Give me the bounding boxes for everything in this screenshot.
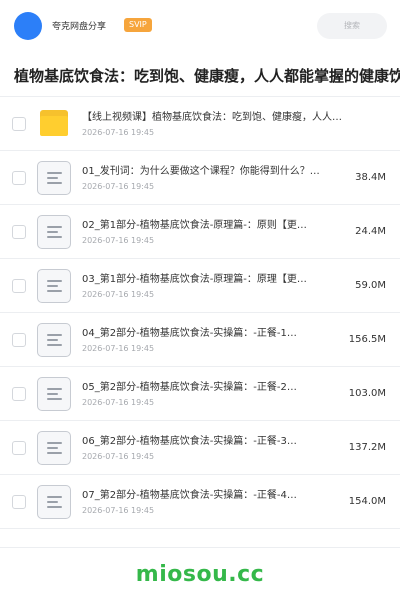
file-name[interactable]: 01_发刊词：为什么要做这个课程？你能得到什么？【… [82, 162, 328, 177]
file-row[interactable]: 01_发刊词：为什么要做这个课程？你能得到什么？【… 2026-07-16 19… [0, 151, 400, 205]
document-icon [37, 215, 71, 249]
search-input[interactable]: 搜索 [317, 13, 387, 39]
file-name[interactable]: 02_第1部分-植物基底饮食法-原理篇-：原则【更… [82, 216, 328, 231]
file-row[interactable]: 07_第2部分-植物基底饮食法-实操篇：-正餐-4… 2026-07-16 19… [0, 475, 400, 529]
document-icon [37, 323, 71, 357]
header-bar: 夸克网盘分享 SVIP 搜索 [0, 0, 400, 52]
row-checkbox[interactable] [12, 387, 26, 401]
document-icon [37, 269, 71, 303]
row-checkbox[interactable] [12, 441, 26, 455]
file-name[interactable]: 05_第2部分-植物基底饮食法-实操篇：-正餐-2… [82, 378, 328, 393]
row-checkbox[interactable] [12, 225, 26, 239]
svip-badge: SVIP [124, 18, 152, 32]
file-date: 2026-07-16 19:45 [82, 236, 155, 245]
file-row[interactable]: 03_第1部分-植物基底饮食法-原理篇-：原理【更… 2026-07-16 19… [0, 259, 400, 313]
document-icon [37, 431, 71, 465]
row-checkbox[interactable] [12, 171, 26, 185]
file-size: 103.0M [348, 388, 386, 399]
file-date: 2026-07-16 19:45 [82, 398, 155, 407]
file-date: 2026-07-16 19:45 [82, 290, 155, 299]
row-checkbox[interactable] [12, 333, 26, 347]
file-name[interactable]: 03_第1部分-植物基底饮食法-原理篇-：原理【更… [82, 270, 328, 285]
file-size: 59.0M [355, 280, 386, 291]
avatar[interactable] [14, 12, 42, 40]
file-list: 【线上视频课】植物基底饮食法：吃到饱、健康瘦，人人… 2026-07-16 19… [0, 96, 400, 529]
file-name[interactable]: 04_第2部分-植物基底饮食法-实操篇：-正餐-1… [82, 324, 328, 339]
row-checkbox[interactable] [12, 117, 26, 131]
file-date: 2026-07-16 19:45 [82, 128, 155, 137]
page-title: 植物基底饮食法：吃到饱、健康瘦，人人都能掌握的健康饮 [14, 67, 400, 85]
footer-divider [0, 547, 400, 548]
file-row[interactable]: 06_第2部分-植物基底饮食法-实操篇：-正餐-3… 2026-07-16 19… [0, 421, 400, 475]
document-icon [37, 161, 71, 195]
file-date: 2026-07-16 19:45 [82, 506, 155, 515]
row-checkbox[interactable] [12, 279, 26, 293]
share-name: 夸克网盘分享 [52, 22, 107, 32]
file-row[interactable]: 04_第2部分-植物基底饮食法-实操篇：-正餐-1… 2026-07-16 19… [0, 313, 400, 367]
file-date: 2026-07-16 19:45 [82, 452, 155, 461]
file-size: 154.0M [348, 496, 386, 507]
file-row-folder[interactable]: 【线上视频课】植物基底饮食法：吃到饱、健康瘦，人人… 2026-07-16 19… [0, 97, 400, 151]
file-date: 2026-07-16 19:45 [82, 344, 155, 353]
file-size: 137.2M [348, 442, 386, 453]
file-size: 38.4M [355, 172, 386, 183]
watermark-text: miosou.cc [135, 562, 265, 587]
file-name[interactable]: 【线上视频课】植物基底饮食法：吃到饱、健康瘦，人人… [82, 108, 352, 123]
document-icon [37, 377, 71, 411]
file-size: 156.5M [348, 334, 386, 345]
row-checkbox[interactable] [12, 495, 26, 509]
file-name[interactable]: 06_第2部分-植物基底饮食法-实操篇：-正餐-3… [82, 432, 328, 447]
document-icon [37, 485, 71, 519]
file-row[interactable]: 05_第2部分-植物基底饮食法-实操篇：-正餐-2… 2026-07-16 19… [0, 367, 400, 421]
file-date: 2026-07-16 19:45 [82, 182, 155, 191]
file-size: 24.4M [355, 226, 386, 237]
file-name[interactable]: 07_第2部分-植物基底饮食法-实操篇：-正餐-4… [82, 486, 328, 501]
folder-icon [37, 107, 71, 141]
file-row[interactable]: 02_第1部分-植物基底饮食法-原理篇-：原则【更… 2026-07-16 19… [0, 205, 400, 259]
